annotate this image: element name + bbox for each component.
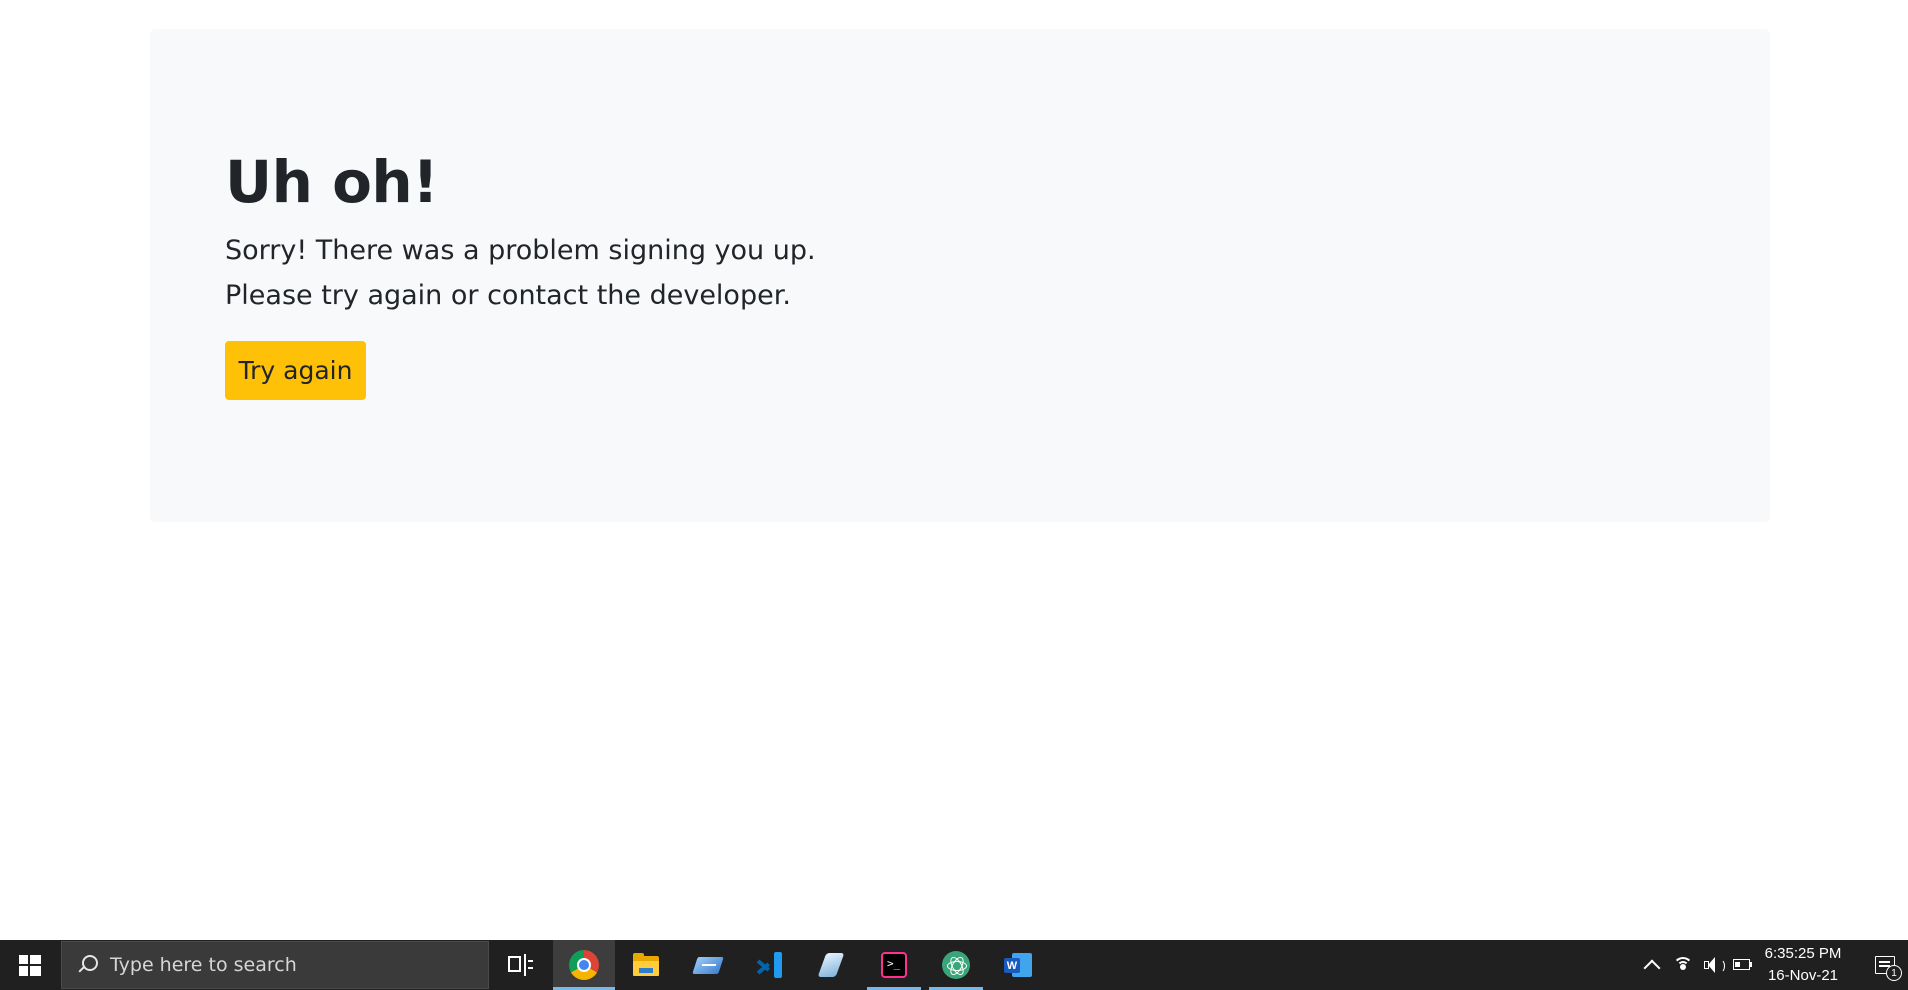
chrome-icon xyxy=(569,950,599,980)
taskbar-app-feather[interactable] xyxy=(801,940,863,990)
error-message-line-2: Please try again or contact the develope… xyxy=(225,280,791,311)
page-title: Uh oh! xyxy=(225,148,439,216)
show-hidden-icons-button[interactable] xyxy=(1640,940,1664,990)
search-placeholder: Type here to search xyxy=(110,954,297,976)
taskbar: Type here to search >_ W 6:35:25 PM 16-N… xyxy=(0,940,1908,990)
taskbar-app-chrome[interactable] xyxy=(553,940,615,990)
clock-date: 16-Nov-21 xyxy=(1767,967,1839,984)
taskbar-app-terminal[interactable]: >_ xyxy=(863,940,925,990)
volume-button[interactable] xyxy=(1700,940,1726,990)
feather-icon xyxy=(817,950,847,980)
taskbar-search-box[interactable]: Type here to search xyxy=(61,941,489,989)
start-button[interactable] xyxy=(0,940,60,990)
taskbar-app-vscode[interactable] xyxy=(739,940,801,990)
clock-time: 6:35:25 PM xyxy=(1764,945,1842,962)
browser-page: Uh oh! Sorry! There was a problem signin… xyxy=(0,0,1908,940)
speaker-icon xyxy=(1703,956,1725,974)
terminal-icon: >_ xyxy=(879,950,909,980)
action-center-button[interactable]: 1 xyxy=(1862,940,1908,990)
task-view-icon xyxy=(505,950,535,980)
try-again-button[interactable]: Try again xyxy=(225,341,366,400)
taskbar-app-word[interactable]: W xyxy=(987,940,1049,990)
notification-icon: 1 xyxy=(1875,956,1902,981)
battery-button[interactable] xyxy=(1730,940,1756,990)
battery-icon xyxy=(1733,959,1753,971)
taskbar-app-azure-data-studio[interactable] xyxy=(677,940,739,990)
network-button[interactable] xyxy=(1670,940,1696,990)
word-icon: W xyxy=(1003,950,1033,980)
notification-count-badge: 1 xyxy=(1886,965,1902,981)
azure-icon xyxy=(692,950,724,980)
error-message-line-1: Sorry! There was a problem signing you u… xyxy=(225,235,816,266)
taskbar-app-electron[interactable] xyxy=(925,940,987,990)
windows-logo-icon xyxy=(19,954,41,976)
taskbar-app-file-explorer[interactable] xyxy=(615,940,677,990)
wifi-icon xyxy=(1673,955,1693,975)
error-panel: Uh oh! Sorry! There was a problem signin… xyxy=(150,29,1770,522)
task-view-button[interactable] xyxy=(489,940,551,990)
folder-icon xyxy=(631,950,661,980)
vscode-icon xyxy=(755,950,785,980)
search-icon xyxy=(74,953,110,977)
taskbar-clock[interactable]: 6:35:25 PM 16-Nov-21 xyxy=(1760,940,1846,990)
chevron-up-icon xyxy=(1643,959,1661,977)
electron-icon xyxy=(941,950,971,980)
